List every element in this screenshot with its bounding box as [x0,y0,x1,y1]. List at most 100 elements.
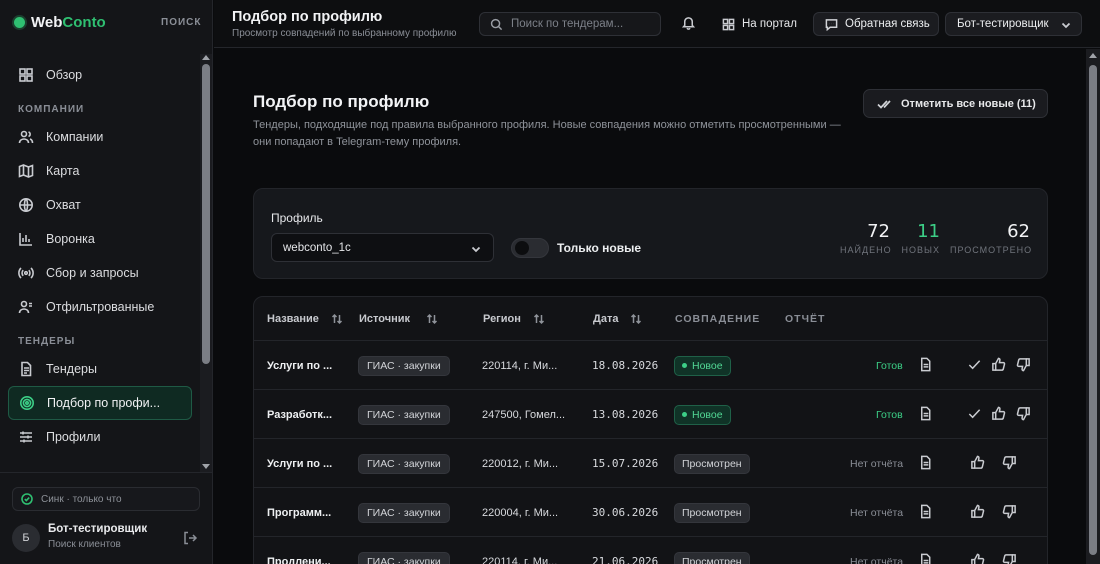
header-subtitle: Просмотр совпадений по выбранному профил… [232,28,457,39]
thumbs-down-icon[interactable] [1002,553,1018,564]
only-new-toggle[interactable] [511,238,549,258]
user-select[interactable]: Бот-тестировщик [945,12,1082,36]
thumbs-up-icon[interactable] [991,406,1007,422]
column-header-report: ОТЧЁТ [785,312,826,325]
stat-new: 11 НОВЫХ [900,221,940,255]
only-new-label: Только новые [557,241,641,255]
tender-name[interactable]: Программ... [267,488,331,537]
table-row[interactable]: Программ... ГИАС · закупки 220004, г. Ми… [254,487,1047,537]
scroll-up-icon[interactable] [1089,53,1097,58]
sidebar-item-companies[interactable]: Компании [8,120,192,154]
bell-icon[interactable] [681,15,697,31]
sidebar-item-coverage[interactable]: Охват [8,188,192,222]
logout-icon[interactable] [182,530,198,546]
avatar[interactable]: Б [12,524,40,552]
sort-icon [331,313,343,325]
mark-all-new-button[interactable]: Отметить все новые (11) [863,89,1048,118]
status-badge: Новое [674,355,731,376]
report-status: Готов [876,408,903,421]
table-row[interactable]: Услуги по ... ГИАС · закупки 220114, г. … [254,340,1047,390]
thumbs-up-icon[interactable] [991,357,1007,373]
user-name: Бот-тестировщик [48,523,148,535]
feedback-label: Обратная связь [845,18,930,30]
column-header-region[interactable]: Регион [483,297,545,340]
sidebar-search-button[interactable]: ПОИСК [161,17,201,28]
thumbs-up-icon[interactable] [970,553,986,564]
tender-name[interactable]: Услуги по ... [267,341,332,390]
tender-name[interactable]: Продлени... [267,537,331,564]
column-header-source[interactable]: Источник [359,297,438,340]
report-file-icon[interactable] [918,406,934,422]
main-scrollbar[interactable] [1086,49,1100,564]
sidebar-item-map[interactable]: Карта [8,154,192,188]
column-header-label: Дата [593,312,619,325]
sidebar-item-collection[interactable]: Сбор и запросы [8,256,192,290]
sidebar-item-funnel[interactable]: Воронка [8,222,192,256]
tenders-table: Название Источник Регион Дата СОВПАДЕНИЕ… [253,296,1048,564]
tender-name[interactable]: Разработк... [267,390,332,439]
search-input[interactable]: Поиск по тендерам... [479,12,661,36]
report-status: Нет отчёта [850,457,904,470]
report-file-icon[interactable] [918,504,934,520]
header-title: Подбор по профилю [232,9,383,25]
page-title: Подбор по профилю [253,92,430,111]
status-badge-label: Новое [692,408,723,421]
map-icon [18,163,34,179]
tender-region: 220012, г. Ми... [482,457,559,470]
stat-found: 72 НАЙДЕНО [840,221,891,255]
bar-chart-icon [18,231,34,247]
profile-select[interactable]: webconto_1c [271,233,494,262]
message-icon [825,18,838,31]
sidebar-item-overview[interactable]: Обзор [8,58,192,92]
portal-link[interactable]: На портал [722,12,797,36]
scroll-up-icon[interactable] [202,55,210,60]
report-file-icon[interactable] [918,357,934,373]
source-chip: ГИАС · закупки [358,453,450,474]
thumbs-down-icon[interactable] [1002,455,1018,471]
stat-new-value: 11 [917,221,940,242]
column-header-name[interactable]: Название [267,297,343,340]
table-row[interactable]: Продлени... ГИАС · закупки 220114, г. Ми… [254,536,1047,564]
table-row[interactable]: Разработк... ГИАС · закупки 247500, Гоме… [254,389,1047,439]
status-dot-icon [682,412,687,417]
sidebar-item-filtered[interactable]: Отфильтрованные [8,290,192,324]
portal-label: На портал [742,18,797,30]
column-header-date[interactable]: Дата [593,297,642,340]
column-header-label: Регион [483,312,521,325]
tender-source: ГИАС · закупки [358,439,450,488]
sidebar-item-profile-match[interactable]: Подбор по профи... [8,386,192,420]
source-chip: ГИАС · закупки [358,404,450,425]
tender-region: 220004, г. Ми... [482,506,559,519]
tender-source: ГИАС · закупки [358,537,450,564]
sidebar-item-tenders[interactable]: Тендеры [8,352,192,386]
report-status: Готов [876,359,903,372]
thumbs-down-icon[interactable] [1016,357,1032,373]
user-filter-icon [18,299,34,315]
sidebar-item-label: Обзор [46,68,83,82]
thumbs-up-icon[interactable] [970,504,986,520]
mark-viewed-check-icon[interactable] [967,357,983,373]
main-scroll-thumb[interactable] [1089,65,1097,555]
stat-new-caption: НОВЫХ [901,245,940,255]
sort-icon [533,313,545,325]
feedback-button[interactable]: Обратная связь [813,12,939,36]
logo-icon [14,17,25,28]
thumbs-down-icon[interactable] [1002,504,1018,520]
match-status: Новое [674,390,731,439]
thumbs-down-icon[interactable] [1016,406,1032,422]
report-file-icon[interactable] [918,553,934,564]
table-row[interactable]: Услуги по ... ГИАС · закупки 220012, г. … [254,438,1047,488]
logo[interactable]: Web Conto [14,14,106,31]
sidebar: Web Conto ПОИСК Обзор КОМПАНИИ Компании К… [0,0,213,564]
scroll-down-icon[interactable] [202,464,210,469]
tender-name[interactable]: Услуги по ... [267,439,332,488]
sidebar-item-profiles[interactable]: Профили [8,420,192,454]
sidebar-scroll-thumb[interactable] [202,64,210,364]
page-description: Тендеры, подходящие под правила выбранно… [253,119,841,148]
sidebar-scrollbar[interactable] [200,54,212,472]
thumbs-up-icon[interactable] [970,455,986,471]
status-badge: Просмотрен [674,502,750,523]
mark-viewed-check-icon[interactable] [967,406,983,422]
report-file-icon[interactable] [918,455,934,471]
user-select-value: Бот-тестировщик [957,18,1049,30]
